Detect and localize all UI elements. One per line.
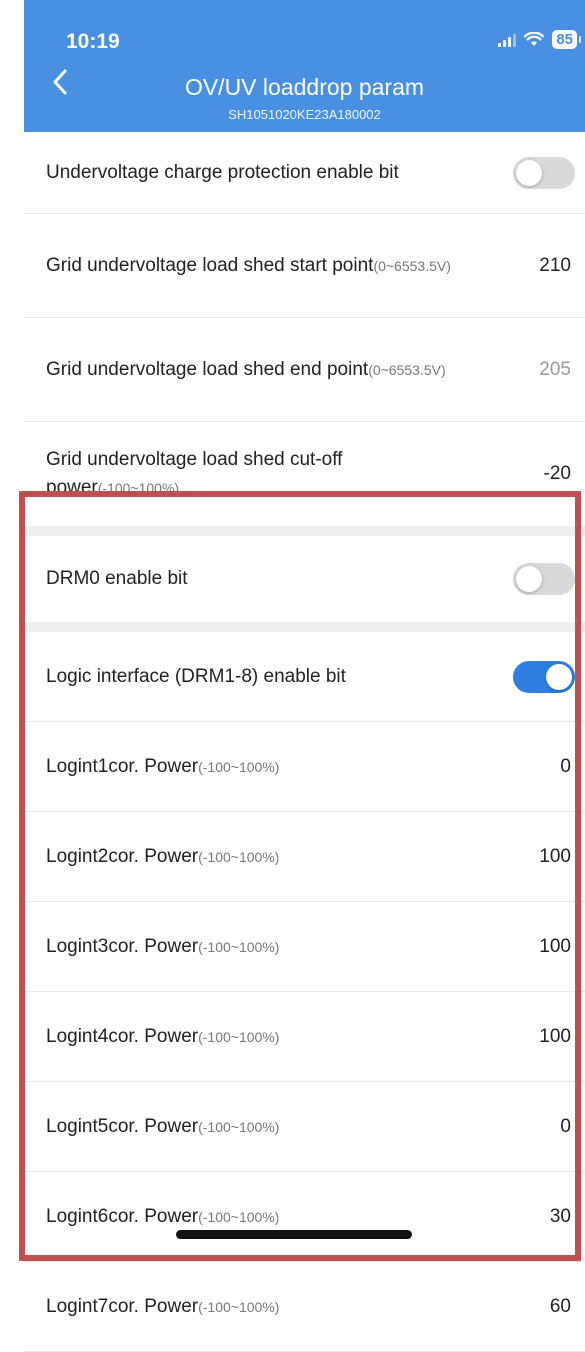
- setting-row-load-shed-start[interactable]: Grid undervoltage load shed start point(…: [24, 214, 585, 318]
- setting-row-logint5[interactable]: Logint5cor. Power(-100~100%) 0: [24, 1082, 585, 1172]
- setting-row-load-shed-cutoff[interactable]: Grid undervoltage load shed cut-off powe…: [24, 422, 585, 526]
- logic-interface-toggle[interactable]: [513, 660, 575, 693]
- status-icons: 85: [498, 30, 581, 49]
- setting-label: Logint1cor. Power: [46, 755, 199, 777]
- setting-range: (0~6553.5V): [373, 257, 451, 274]
- setting-label: Logint3cor. Power: [46, 935, 199, 957]
- setting-label: Logint5cor. Power: [46, 1115, 199, 1137]
- setting-label: Logint7cor. Power: [46, 1295, 199, 1317]
- setting-value[interactable]: 100: [539, 846, 575, 868]
- section-divider: [24, 622, 585, 632]
- setting-value[interactable]: 100: [539, 936, 575, 958]
- setting-range: (-100~100%): [97, 480, 180, 496]
- status-time: 10:19: [66, 30, 120, 53]
- signal-icon: [498, 33, 517, 47]
- setting-label: Grid undervoltage load shed cut-off powe…: [46, 449, 343, 498]
- battery-icon: 85: [552, 30, 581, 49]
- setting-row-logint3[interactable]: Logint3cor. Power(-100~100%) 100: [24, 902, 585, 992]
- setting-value[interactable]: 0: [560, 1116, 575, 1138]
- setting-label: Grid undervoltage load shed end point: [46, 358, 369, 380]
- app-header: 10:19 85 OV/UV loaddrop param SH1051020K…: [24, 0, 585, 132]
- setting-label: Undervoltage charge protection enable bi…: [46, 161, 399, 183]
- setting-label: Grid undervoltage load shed start point: [46, 254, 374, 276]
- setting-value[interactable]: -20: [544, 463, 575, 485]
- setting-label: DRM0 enable bit: [46, 568, 188, 589]
- setting-range: (0~6553.5V): [368, 361, 446, 378]
- setting-range: (-100~100%): [198, 1298, 280, 1315]
- setting-label: Logint2cor. Power: [46, 845, 199, 867]
- setting-row-logint7[interactable]: Logint7cor. Power(-100~100%) 60: [24, 1262, 585, 1352]
- setting-row-logic-interface: Logic interface (DRM1-8) enable bit: [24, 632, 585, 722]
- setting-range: (-100~100%): [198, 938, 280, 955]
- setting-value[interactable]: 0: [560, 756, 575, 778]
- setting-label: Logint4cor. Power: [46, 1025, 199, 1047]
- setting-row-logint2[interactable]: Logint2cor. Power(-100~100%) 100: [24, 812, 585, 902]
- setting-row-logint4[interactable]: Logint4cor. Power(-100~100%) 100: [24, 992, 585, 1082]
- setting-range: (-100~100%): [198, 1118, 280, 1135]
- settings-list: Undervoltage charge protection enable bi…: [24, 132, 585, 1352]
- wifi-icon: [524, 32, 545, 46]
- device-serial: SH1051020KE23A180002: [228, 107, 381, 122]
- drm0-toggle[interactable]: [513, 563, 575, 595]
- setting-row-logint1[interactable]: Logint1cor. Power(-100~100%) 0: [24, 722, 585, 812]
- page-title: OV/UV loaddrop param: [184, 74, 425, 100]
- setting-value[interactable]: 210: [539, 255, 575, 277]
- undervoltage-charge-protection-toggle[interactable]: [513, 156, 575, 189]
- setting-range: (-100~100%): [198, 758, 280, 775]
- home-indicator[interactable]: [176, 1230, 412, 1239]
- setting-label: Logic interface (DRM1-8) enable bit: [46, 665, 346, 687]
- setting-value[interactable]: 100: [539, 1026, 575, 1048]
- setting-value[interactable]: 60: [550, 1296, 575, 1318]
- setting-row-undervoltage-charge-protection: Undervoltage charge protection enable bi…: [24, 132, 585, 214]
- setting-row-logint6[interactable]: Logint6cor. Power(-100~100%) 30: [24, 1172, 585, 1262]
- section-divider: [24, 526, 585, 536]
- setting-row-drm0: DRM0 enable bit: [24, 536, 585, 622]
- setting-label: Logint6cor. Power: [46, 1205, 199, 1227]
- setting-value[interactable]: 30: [550, 1206, 575, 1228]
- setting-value[interactable]: 205: [539, 359, 575, 381]
- setting-range: (-100~100%): [198, 1208, 280, 1225]
- setting-row-load-shed-end[interactable]: Grid undervoltage load shed end point(0~…: [24, 318, 585, 422]
- setting-range: (-100~100%): [198, 1028, 280, 1045]
- setting-range: (-100~100%): [198, 848, 280, 865]
